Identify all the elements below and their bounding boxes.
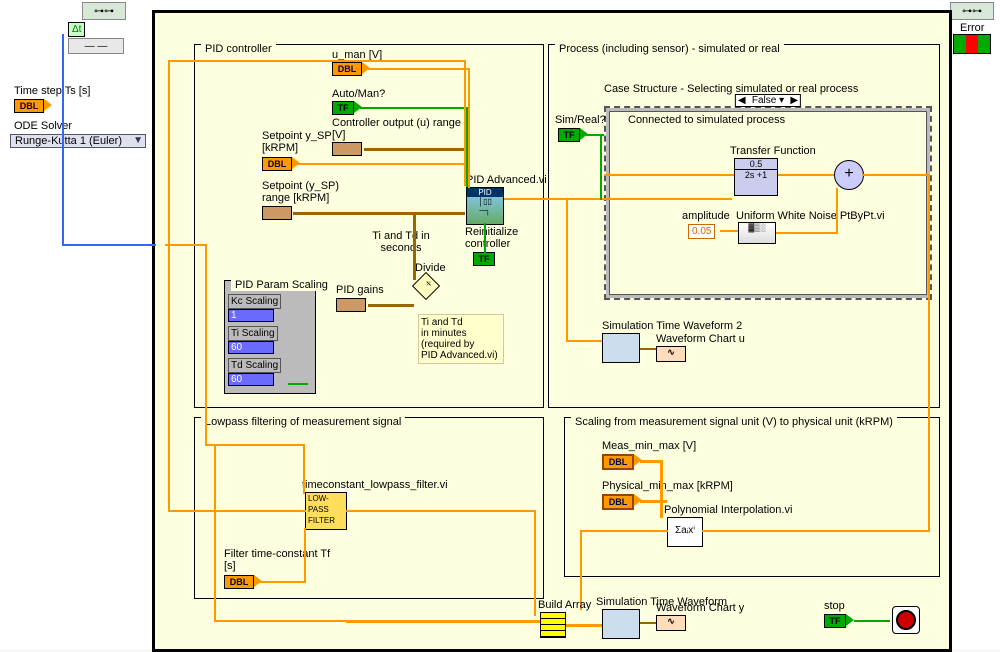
phys-label: Physical_min_max [kRPM] (602, 480, 733, 492)
noise-vi-label: Uniform White Noise PtByPt.vi (736, 210, 885, 222)
td-value[interactable]: 60 (228, 373, 274, 386)
reinit-label: Reinitialize controller (465, 226, 525, 250)
lowpass-vi-icon[interactable]: LOW-PASSFILTER (305, 492, 347, 530)
inner-case-title: Connected to simulated process (628, 114, 785, 126)
node-connector-icon: — — (68, 38, 124, 54)
tf-stop[interactable]: TF (824, 614, 846, 628)
dbl-u-man[interactable]: DBL (332, 62, 362, 76)
pid-panel-title: PID controller (201, 43, 276, 55)
poly-label: Polynomial Interpolation.vi (664, 504, 792, 516)
tf-auto-man[interactable]: TF (332, 101, 354, 115)
block-diagram-canvas: ⊶⊶ Δt — — ⊶⊶ Error Time step Ts [s] DBL … (0, 0, 1000, 649)
ode-solver-select[interactable]: Runge-Kutta 1 (Euler) (10, 134, 146, 148)
kc-scaling-label: Kc Scaling (228, 294, 281, 309)
delta-t-icon: Δt (68, 22, 85, 37)
tf-reinit[interactable]: TF (473, 252, 495, 266)
ti-value[interactable]: 60 (228, 341, 274, 354)
pid-vi-label: PID Advanced.vi (466, 174, 547, 186)
amplitude-value[interactable]: 0.05 (688, 224, 715, 239)
case-selector[interactable]: False ▾ (735, 94, 801, 107)
divide-label: Divide (415, 262, 446, 274)
lowpass-vi-label: timeconstant_lowpass_filter.vi (302, 479, 448, 491)
stop-label: stop (824, 600, 845, 612)
build-array-icon[interactable] (540, 612, 566, 638)
tf-label: Transfer Function (730, 145, 816, 157)
sum-node-icon[interactable]: + (834, 160, 864, 190)
error-label: Error (960, 22, 984, 34)
kc-value[interactable]: 1 (228, 309, 274, 322)
case-title: Case Structure - Selecting simulated or … (604, 83, 858, 95)
td-scaling-label: Td Scaling (228, 358, 281, 373)
sim-time-waveform-icon[interactable] (602, 609, 640, 639)
chart-u-label: Waveform Chart u (656, 333, 745, 345)
filter-tf-label: Filter time-constant Tf [s] (224, 548, 334, 572)
sim-real-label: Sim/Real? (555, 114, 606, 126)
case-structure[interactable]: False ▾ (604, 106, 932, 300)
loop-output-node-icon[interactable]: ⊶⊶ (950, 2, 994, 20)
ctrl-out-label: Controller output (u) range [V] (332, 117, 462, 141)
dbl-filter-tf[interactable]: DBL (224, 575, 254, 589)
meas-label: Meas_min_max [V] (602, 440, 696, 452)
setpoint-range-label: Setpoint (y_SP) range [kRPM] (262, 180, 348, 204)
cluster-ctrl-out[interactable] (332, 142, 362, 156)
pid-gains-label: PID gains (336, 284, 384, 296)
chart-y-label: Waveform Chart y (656, 602, 744, 614)
tf-sim-real[interactable]: TF (558, 128, 580, 142)
waveform2-label: Simulation Time Waveform 2 (602, 320, 742, 332)
cluster-pid-gains[interactable] (336, 298, 366, 312)
stop-button-icon[interactable] (892, 606, 920, 634)
dbl-meas[interactable]: DBL (602, 454, 634, 470)
loop-input-node-icon[interactable]: ⊶⊶ (82, 2, 126, 20)
waveform-chart-y-terminal[interactable]: ∿ (656, 615, 686, 631)
error-cluster-icon (953, 34, 991, 54)
ti-td-seconds-label: Ti and Td in seconds (366, 230, 436, 254)
dbl-phys[interactable]: DBL (602, 494, 634, 510)
sim-time-waveform2-icon[interactable] (602, 333, 640, 363)
amplitude-label: amplitude (682, 210, 730, 222)
poly-vi-icon[interactable]: Σaᵢxⁱ (667, 517, 703, 547)
dbl-setpoint[interactable]: DBL (262, 157, 292, 171)
scaling-title: Scaling from measurement signal unit (V)… (571, 416, 897, 428)
pid-advanced-vi-icon[interactable]: PID│▯▯─┐ (466, 187, 504, 225)
minutes-note: Ti and Td in minutes (required by PID Ad… (418, 314, 504, 364)
ti-scaling-label: Ti Scaling (228, 326, 278, 341)
cluster-setpoint-range[interactable] (262, 206, 292, 220)
setpoint-label: Setpoint y_SP [kRPM] (262, 130, 332, 154)
process-title: Process (including sensor) - simulated o… (555, 43, 784, 55)
auto-man-label: Auto/Man? (332, 88, 385, 100)
dbl-terminal-ts[interactable]: DBL (14, 99, 44, 113)
noise-vi-icon[interactable]: ▓▒░ (738, 222, 776, 244)
transfer-function-icon[interactable]: 0.5 2s +1 (734, 158, 778, 196)
pid-param-title: PID Param Scaling (231, 279, 332, 291)
lowpass-title: Lowpass filtering of measurement signal (201, 416, 405, 428)
waveform-chart-u-terminal[interactable]: ∿ (656, 346, 686, 362)
build-array-label: Build Array (538, 599, 591, 611)
time-step-label: Time step Ts [s] (14, 85, 90, 97)
